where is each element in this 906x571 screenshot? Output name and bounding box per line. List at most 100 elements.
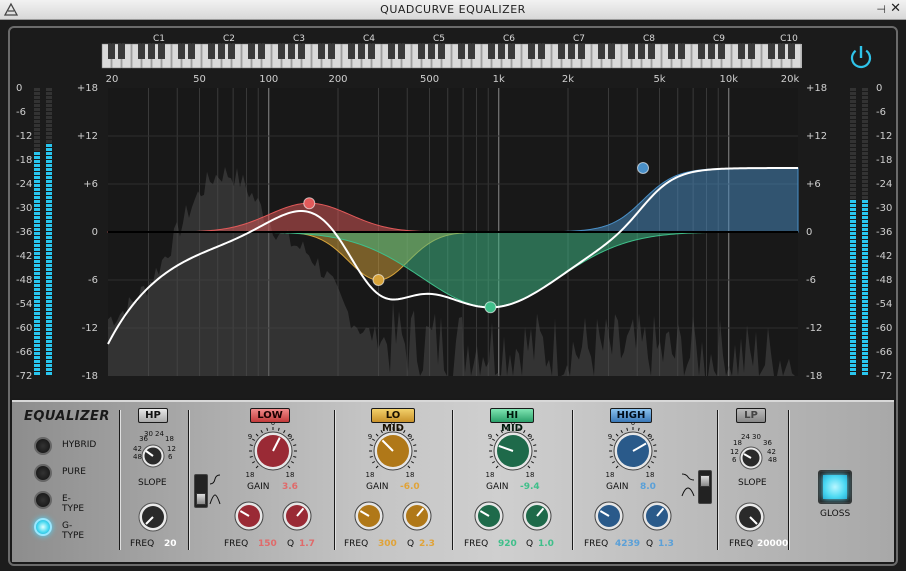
- close-icon[interactable]: ✕: [890, 1, 901, 16]
- meter-left-b-segment: [46, 180, 52, 183]
- low-shape-switch[interactable]: [194, 474, 208, 508]
- mode-led-active[interactable]: [34, 518, 52, 536]
- section-divider: [119, 410, 121, 550]
- section-divider: [334, 410, 336, 550]
- high-band-node[interactable]: [637, 162, 650, 174]
- meter-left-b-segment: [46, 268, 52, 271]
- power-icon[interactable]: [848, 45, 873, 70]
- himid-q-knob[interactable]: [513, 492, 561, 540]
- meter-left-a-segment: [34, 92, 40, 95]
- meter-left-a-segment: [34, 172, 40, 175]
- meter-left-b-segment: [46, 156, 52, 159]
- meter-right-a-segment: [850, 332, 856, 335]
- meter-left-a-segment: [34, 188, 40, 191]
- low-band-node[interactable]: [303, 197, 316, 210]
- high-shape-switch[interactable]: [698, 470, 712, 504]
- meter-left-a-segment: [34, 96, 40, 99]
- pin-icon[interactable]: ⊣: [876, 3, 886, 16]
- meter-right-b-segment: [862, 212, 868, 215]
- high-freq-knob[interactable]: [585, 492, 633, 540]
- meter-right-a-segment: [850, 224, 856, 227]
- meter-right-a-segment: [850, 312, 856, 315]
- himid-freq-knob[interactable]: [465, 492, 513, 540]
- meter-right-b-segment: [862, 208, 868, 211]
- hp-slope-knob[interactable]: [141, 444, 165, 468]
- meter-right-a-segment: [850, 288, 856, 291]
- low-freq-knob[interactable]: [225, 492, 273, 540]
- lp-button[interactable]: LP: [736, 408, 766, 423]
- lomid-freq-knob[interactable]: [345, 492, 393, 540]
- meter-right-b-segment: [862, 300, 868, 303]
- meter-right-a-segment: [850, 248, 856, 251]
- meter-left-a-segment: [34, 152, 40, 155]
- meter-right-b-segment: [862, 192, 868, 195]
- high-button[interactable]: HIGH: [610, 408, 652, 423]
- meter-left-b-segment: [46, 284, 52, 287]
- meter-right-a-segment: [850, 164, 856, 167]
- low-q-knob[interactable]: [273, 492, 321, 540]
- lo-mid-gain-value: -6.0: [400, 482, 420, 492]
- lomid-q-knob[interactable]: [393, 492, 441, 540]
- meter-right-b-segment: [862, 176, 868, 179]
- meter-left-b-segment: [46, 192, 52, 195]
- meter-left-a-segment: [34, 208, 40, 211]
- mode-led[interactable]: [34, 491, 52, 509]
- lomid-gain-knob[interactable]: 09 918 18: [364, 422, 422, 480]
- meter-right-b-segment: [862, 284, 868, 287]
- lp-freq-knob[interactable]: [735, 502, 765, 532]
- meter-left-a-segment: [34, 140, 40, 143]
- mode-led[interactable]: [34, 464, 52, 482]
- meter-left-a-segment: [34, 212, 40, 215]
- low-gain-knob[interactable]: 09 918 18: [244, 422, 302, 480]
- gain-scale-label: 18: [246, 471, 255, 479]
- high-q-knob[interactable]: [633, 492, 681, 540]
- gloss-label: GLOSS: [820, 509, 851, 519]
- meter-left-b-segment: [46, 88, 52, 91]
- meter-left-b-segment: [46, 272, 52, 275]
- meter-right-a-segment: [850, 300, 856, 303]
- meter-left-a-segment: [34, 168, 40, 171]
- meter-right-b-segment: [862, 136, 868, 139]
- meter-right-a-segment: [850, 136, 856, 139]
- meter-left-a-segment: [34, 120, 40, 123]
- meter-right-a-segment: [850, 204, 856, 207]
- meter-left-a-segment: [34, 292, 40, 295]
- gain-scale-label: 0: [631, 422, 635, 427]
- low-button[interactable]: LOW: [250, 408, 290, 423]
- high-gain-knob[interactable]: 09 918 18: [604, 422, 662, 480]
- meter-left-a-segment: [34, 144, 40, 147]
- meter-left-a-segment: [34, 256, 40, 259]
- meter-right-b-segment: [862, 128, 868, 131]
- high-freq-value: 4239: [615, 539, 641, 549]
- mode-led[interactable]: [34, 437, 52, 455]
- meter-left-a-segment: [34, 336, 40, 339]
- gain-label: GAIN: [486, 482, 509, 492]
- lo-mid-button[interactable]: LO MID: [371, 408, 415, 434]
- hi-mid-band-node[interactable]: [484, 301, 497, 314]
- gain-axis-label: -6: [88, 275, 98, 286]
- hi-mid-button[interactable]: HI MID: [490, 408, 534, 434]
- meter-right-a-segment: [850, 244, 856, 247]
- lo-mid-freq-value: 300: [378, 539, 397, 549]
- meter-left-a-segment: [34, 288, 40, 291]
- meter-left-b-segment: [46, 288, 52, 291]
- meter-scale-label: 0: [876, 83, 882, 94]
- himid-gain-knob[interactable]: 09 918 18: [484, 422, 542, 480]
- gain-axis-label: -12: [806, 323, 822, 334]
- gloss-button[interactable]: [818, 470, 852, 504]
- hp-button[interactable]: HP: [138, 408, 168, 423]
- meter-right-b-segment: [862, 320, 868, 323]
- meter-left-a-segment: [34, 228, 40, 231]
- hp-freq-knob[interactable]: [138, 502, 168, 532]
- piano-keyboard[interactable]: [101, 43, 802, 69]
- meter-left-b-segment: [46, 172, 52, 175]
- meter-left-a-segment: [34, 196, 40, 199]
- lo-mid-band-node[interactable]: [372, 274, 385, 286]
- eq-graph[interactable]: C1 C2 C3 C4 C5 C6 C7 C8 C9 C10 20 50 100 200 500 1k 2k 5…: [12, 30, 894, 398]
- q-label: Q: [407, 539, 415, 549]
- lp-slope-knob[interactable]: [739, 446, 763, 470]
- section-divider: [188, 410, 190, 550]
- meter-right-a-segment: [850, 172, 856, 175]
- meter-left-b-segment: [46, 148, 52, 151]
- meter-left-a-segment: [34, 344, 40, 347]
